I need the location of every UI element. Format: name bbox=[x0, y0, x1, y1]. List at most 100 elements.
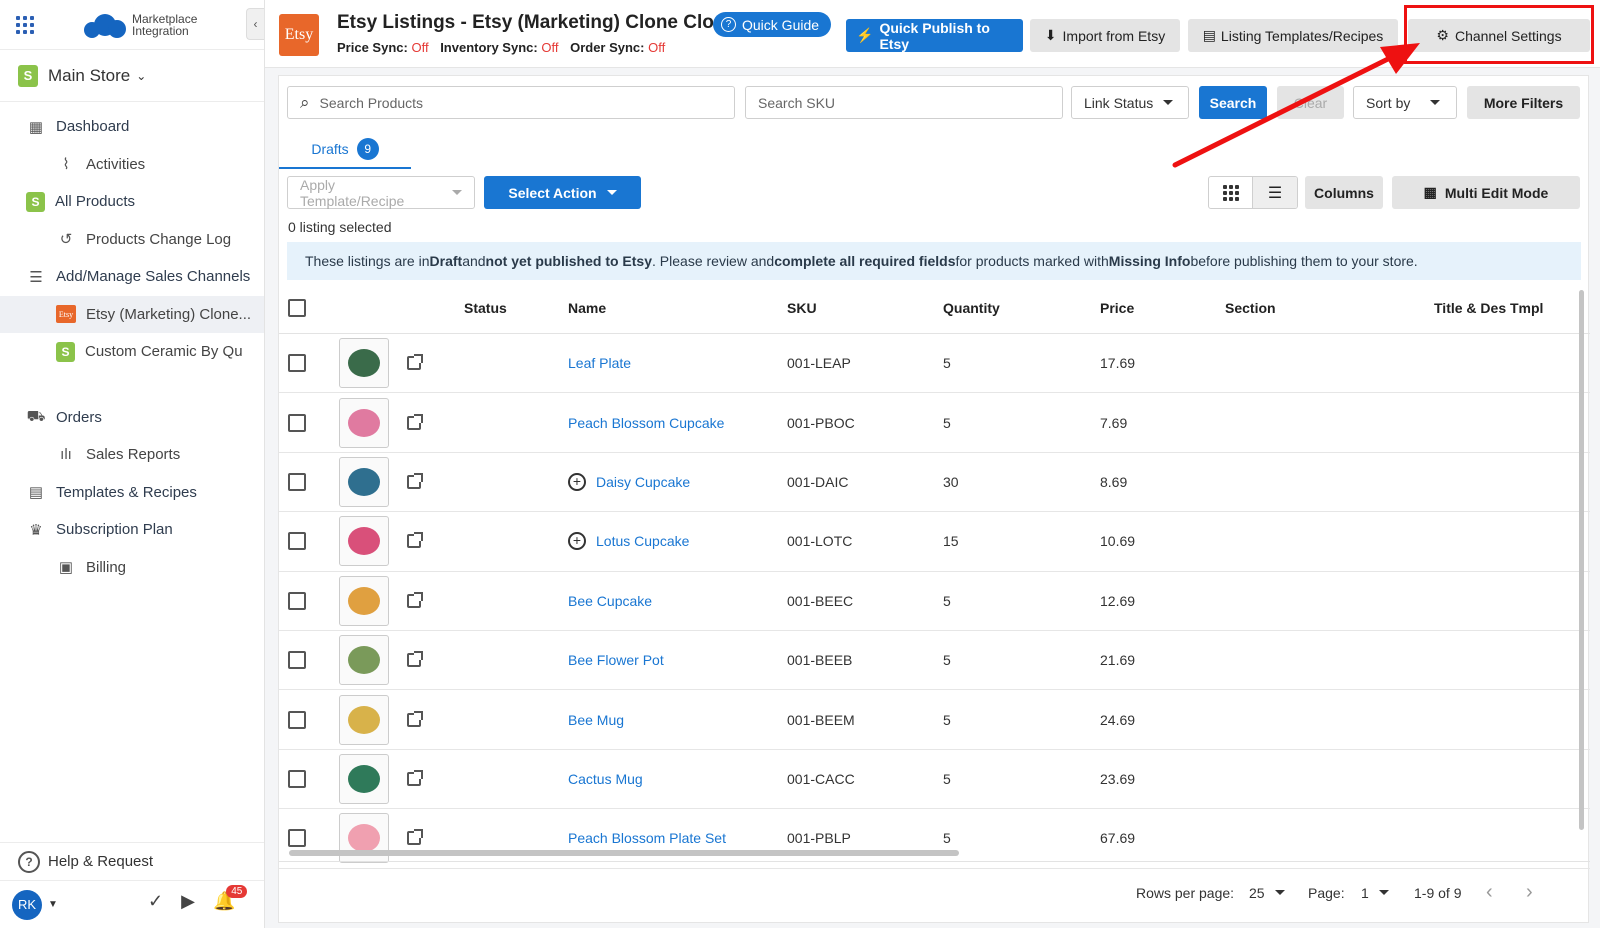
table-row[interactable]: Peach Blossom Cupcake 001-PBOC 5 7.69 bbox=[279, 393, 1590, 453]
open-external-icon[interactable] bbox=[407, 829, 423, 846]
open-external-icon[interactable] bbox=[407, 532, 423, 549]
open-external-icon[interactable] bbox=[407, 769, 423, 786]
prev-page-icon[interactable]: ‹ bbox=[1486, 862, 1493, 923]
product-name-link[interactable]: Peach Blossom Plate Set bbox=[568, 830, 726, 846]
expand-variants-icon[interactable]: + bbox=[568, 472, 586, 491]
more-filters-button[interactable]: More Filters bbox=[1467, 86, 1580, 119]
table-row[interactable]: Cactus Mug 001-CACC 5 23.69 bbox=[279, 750, 1590, 810]
product-thumbnail[interactable] bbox=[339, 753, 389, 804]
product-thumbnail[interactable] bbox=[339, 635, 389, 686]
apply-template-select[interactable]: Apply Template/Recipe bbox=[287, 176, 475, 209]
row-checkbox[interactable] bbox=[288, 472, 306, 491]
vertical-scrollbar[interactable] bbox=[1579, 290, 1584, 830]
select-all-checkbox[interactable] bbox=[288, 298, 306, 317]
sidebar-item-products-change-log[interactable]: ↺ Products Change Log bbox=[0, 221, 264, 259]
table-row[interactable]: Leaf Plate 001-LEAP 5 17.69 bbox=[279, 334, 1590, 394]
next-page-icon[interactable]: › bbox=[1526, 862, 1533, 923]
sidebar-item-subscription[interactable]: ♛ Subscription Plan bbox=[0, 511, 264, 549]
table-row[interactable]: Bee Cupcake 001-BEEC 5 12.69 bbox=[279, 572, 1590, 631]
header-quantity[interactable]: Quantity bbox=[943, 282, 1000, 333]
sidebar-item-templates[interactable]: ▤ Templates & Recipes bbox=[0, 474, 264, 512]
sidebar-item-dashboard[interactable]: ▦ Dashboard bbox=[0, 108, 264, 146]
row-checkbox[interactable] bbox=[288, 769, 306, 788]
tab-drafts[interactable]: Drafts 9 bbox=[279, 131, 411, 169]
table-row[interactable]: Bee Flower Pot 001-BEEB 5 21.69 bbox=[279, 631, 1590, 691]
sidebar-item-orders[interactable]: ⛟ Orders bbox=[0, 399, 264, 437]
expand-variants-icon[interactable]: + bbox=[568, 532, 586, 551]
row-checkbox[interactable] bbox=[288, 591, 306, 610]
open-external-icon[interactable] bbox=[407, 413, 423, 430]
collapse-sidebar-button[interactable]: ‹ bbox=[246, 8, 264, 40]
header-title-des-tmpl[interactable]: Title & Des Tmpl bbox=[1434, 282, 1543, 333]
select-action-button[interactable]: Select Action bbox=[484, 176, 641, 209]
help-request-link[interactable]: ? Help & Request bbox=[0, 842, 264, 880]
sidebar-item-activities[interactable]: ⌇ Activities bbox=[0, 146, 264, 184]
avatar[interactable]: RK bbox=[12, 889, 42, 920]
search-sku-input[interactable]: Search SKU bbox=[745, 86, 1063, 119]
import-from-etsy-button[interactable]: ⬇ Import from Etsy bbox=[1030, 19, 1180, 52]
product-name-link[interactable]: Peach Blossom Cupcake bbox=[568, 415, 724, 431]
product-thumbnail[interactable] bbox=[339, 397, 389, 448]
link-status-select[interactable]: Link Status bbox=[1071, 86, 1189, 119]
apps-grid-icon[interactable] bbox=[16, 15, 34, 34]
check-circle-icon[interactable]: ✓ bbox=[148, 891, 163, 912]
video-icon[interactable]: ▶ bbox=[181, 891, 195, 912]
table-row[interactable]: Peach Blossom Plate Set 001-PBLP 5 67.69 bbox=[279, 809, 1590, 869]
sidebar-item-all-products[interactable]: S All Products bbox=[0, 183, 264, 221]
listing-templates-button[interactable]: ▤ Listing Templates/Recipes bbox=[1188, 19, 1398, 52]
horizontal-scrollbar[interactable] bbox=[289, 850, 959, 856]
open-external-icon[interactable] bbox=[407, 472, 423, 489]
clear-button[interactable]: Clear bbox=[1277, 86, 1344, 119]
product-thumbnail[interactable] bbox=[339, 575, 389, 626]
rows-per-page-select[interactable]: 25 bbox=[1249, 862, 1285, 923]
header-section[interactable]: Section bbox=[1225, 282, 1276, 333]
sidebar-item-billing[interactable]: ▣ Billing bbox=[0, 549, 264, 587]
search-products-input[interactable]: ⌕ Search Products bbox=[287, 86, 735, 119]
row-checkbox[interactable] bbox=[288, 829, 306, 848]
quick-publish-button[interactable]: ⚡ Quick Publish to Etsy bbox=[846, 19, 1023, 52]
header-name[interactable]: Name bbox=[568, 282, 606, 333]
grid-view-icon[interactable] bbox=[1209, 177, 1254, 208]
header-price[interactable]: Price bbox=[1100, 282, 1134, 333]
header-sku[interactable]: SKU bbox=[787, 282, 817, 333]
product-name-link[interactable]: Lotus Cupcake bbox=[596, 533, 689, 549]
multi-edit-mode-button[interactable]: ▦ Multi Edit Mode bbox=[1392, 176, 1580, 209]
product-name-link[interactable]: Bee Cupcake bbox=[568, 593, 652, 609]
table-row[interactable]: + Lotus Cupcake 001-LOTC 15 10.69 bbox=[279, 512, 1590, 572]
row-checkbox[interactable] bbox=[288, 354, 306, 373]
sidebar-item-etsy-clone[interactable]: Etsy Etsy (Marketing) Clone... bbox=[0, 295, 264, 333]
bell-icon[interactable]: 🔔 45 bbox=[213, 885, 248, 912]
product-name-link[interactable]: Leaf Plate bbox=[568, 355, 631, 371]
header-status[interactable]: Status bbox=[464, 282, 507, 333]
product-name-link[interactable]: Daisy Cupcake bbox=[596, 474, 690, 490]
product-name-link[interactable]: Cactus Mug bbox=[568, 771, 643, 787]
table-row[interactable]: Bee Mug 001-BEEM 5 24.69 bbox=[279, 690, 1590, 750]
sidebar-item-sales-reports[interactable]: ılı Sales Reports bbox=[0, 436, 264, 474]
row-checkbox[interactable] bbox=[288, 651, 306, 670]
sidebar-item-custom-ceramic[interactable]: S Custom Ceramic By Qu bbox=[0, 333, 264, 371]
product-thumbnail[interactable] bbox=[339, 516, 389, 567]
open-external-icon[interactable] bbox=[407, 354, 423, 371]
columns-button[interactable]: Columns bbox=[1305, 176, 1383, 209]
open-external-icon[interactable] bbox=[407, 710, 423, 727]
row-checkbox[interactable] bbox=[288, 710, 306, 729]
product-thumbnail[interactable] bbox=[339, 694, 389, 745]
store-selector[interactable]: S Main Store ⌄ bbox=[0, 50, 264, 102]
sort-by-select[interactable]: Sort by bbox=[1353, 86, 1457, 119]
product-thumbnail[interactable] bbox=[339, 456, 389, 507]
brand-logo[interactable]: Marketplace Integration bbox=[84, 12, 197, 38]
page-select[interactable]: 1 bbox=[1361, 862, 1389, 923]
search-button[interactable]: Search bbox=[1199, 86, 1267, 119]
caret-down-icon[interactable]: ▼ bbox=[48, 899, 58, 910]
product-name-link[interactable]: Bee Mug bbox=[568, 712, 624, 728]
product-thumbnail[interactable] bbox=[339, 338, 389, 389]
row-checkbox[interactable] bbox=[288, 413, 306, 432]
quick-guide-button[interactable]: ? Quick Guide bbox=[713, 12, 832, 37]
sidebar-item-sales-channels[interactable]: ☰ Add/Manage Sales Channels bbox=[0, 258, 264, 296]
open-external-icon[interactable] bbox=[407, 591, 423, 608]
product-name-link[interactable]: Bee Flower Pot bbox=[568, 652, 664, 668]
list-view-icon[interactable]: ☰ bbox=[1253, 177, 1297, 208]
open-external-icon[interactable] bbox=[407, 651, 423, 668]
table-row[interactable]: + Daisy Cupcake 001-DAIC 30 8.69 bbox=[279, 453, 1590, 513]
row-checkbox[interactable] bbox=[288, 532, 306, 551]
